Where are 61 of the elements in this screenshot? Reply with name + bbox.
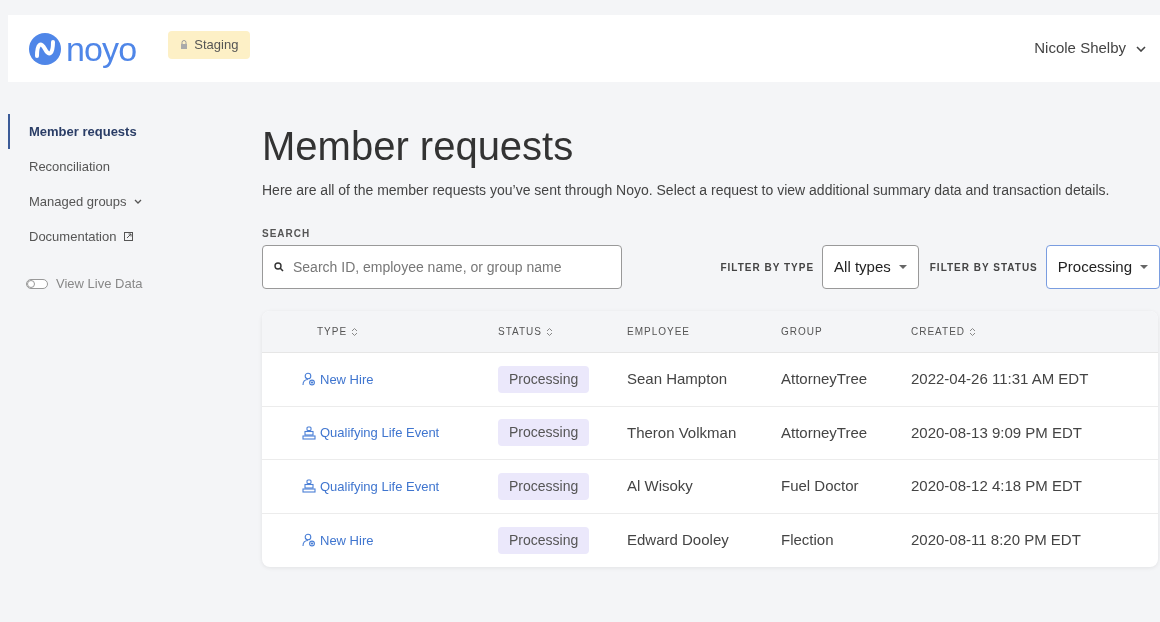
cake-icon [302, 425, 316, 440]
created-cell: 2020-08-11 8:20 PM EDT [911, 531, 1081, 549]
page-description: Here are all of the member requests you’ve sent through Noyo. Select a request to view additional summary data and transaction details. [262, 181, 1111, 200]
sort-icon [969, 326, 977, 337]
search-field[interactable]: Search ID, employee name, or group name [262, 245, 622, 289]
search-icon [274, 262, 284, 272]
status-tag: Processing [498, 472, 590, 500]
live-data-toggle[interactable] [26, 278, 48, 289]
request-type-link[interactable]: Qualifying Life Event [320, 476, 440, 496]
external-link-icon [124, 232, 134, 241]
sidebar-item[interactable]: Member requests [8, 114, 262, 149]
environment-badge: Staging [168, 31, 251, 59]
caret-icon [898, 265, 907, 269]
column-header[interactable]: TYPE [317, 324, 359, 339]
filter-label: FILTER BY TYPE [720, 260, 815, 275]
logo-icon [28, 31, 62, 66]
group-cell: Fuel Doctor [781, 477, 859, 495]
status-tag: Processing [498, 365, 590, 393]
sort-icon [545, 326, 553, 337]
user-menu[interactable]: Nicole Shelby [1034, 37, 1146, 60]
toggle-label: View Live Data [56, 275, 143, 293]
employee-cell: Edward Dooley [627, 531, 729, 549]
request-type-link[interactable]: New Hire [320, 530, 374, 550]
status-tag: Processing [498, 419, 590, 447]
column-header: GROUP [781, 325, 823, 339]
sidebar-item[interactable]: Documentation [8, 219, 262, 254]
sidebar-item[interactable]: Reconciliation [8, 149, 262, 184]
employee-cell: Sean Hampton [627, 370, 728, 388]
chevron-down-icon [1136, 45, 1146, 52]
person-add-icon [302, 372, 316, 387]
search-label: SEARCH [262, 227, 312, 241]
page-title: Member requests [262, 123, 575, 170]
person-add-icon [302, 533, 316, 548]
column-header: EMPLOYEE [627, 325, 691, 339]
lock-icon [180, 40, 189, 50]
created-cell: 2020-08-13 9:09 PM EDT [911, 423, 1082, 441]
employee-cell: Theron Volkman [627, 423, 737, 441]
table-row[interactable]: New Hire Processing Sean Hampton AttorneyTree 2022-04-26 11:31 AM EDT [262, 353, 1158, 407]
group-cell: AttorneyTree [781, 423, 868, 441]
employee-cell: Al Wisoky [627, 477, 693, 495]
request-type-link[interactable]: New Hire [320, 369, 374, 389]
caret-icon [1140, 265, 1148, 269]
noyo-logo: noyo [28, 31, 137, 66]
cake-icon [302, 479, 316, 494]
table-row[interactable]: Qualifying Life Event Processing Al Wisoky Fuel Doctor 2020-08-12 4:18 PM EDT [262, 460, 1158, 514]
status-tag: Processing [498, 526, 590, 554]
filter-select[interactable]: All types [822, 245, 919, 289]
request-type-link[interactable]: Qualifying Life Event [320, 423, 440, 443]
table-row[interactable]: Qualifying Life Event Processing Theron Volkman AttorneyTree 2020-08-13 9:09 PM EDT [262, 406, 1158, 460]
chevron-down-icon [133, 199, 142, 204]
column-header[interactable]: CREATED [911, 324, 977, 339]
group-cell: Flection [781, 531, 834, 549]
created-cell: 2022-04-26 11:31 AM EDT [911, 370, 1089, 388]
table-row[interactable]: New Hire Processing Edward Dooley Flection 2020-08-11 8:20 PM EDT [262, 513, 1158, 567]
group-cell: AttorneyTree [781, 370, 868, 388]
filter-label: FILTER BY STATUS [929, 260, 1038, 275]
sidebar-item[interactable]: Managed groups [8, 184, 262, 219]
sort-icon [351, 326, 359, 337]
column-header[interactable]: STATUS [498, 324, 553, 339]
filter-select[interactable]: Processing [1045, 245, 1160, 289]
created-cell: 2020-08-12 4:18 PM EDT [911, 477, 1082, 495]
